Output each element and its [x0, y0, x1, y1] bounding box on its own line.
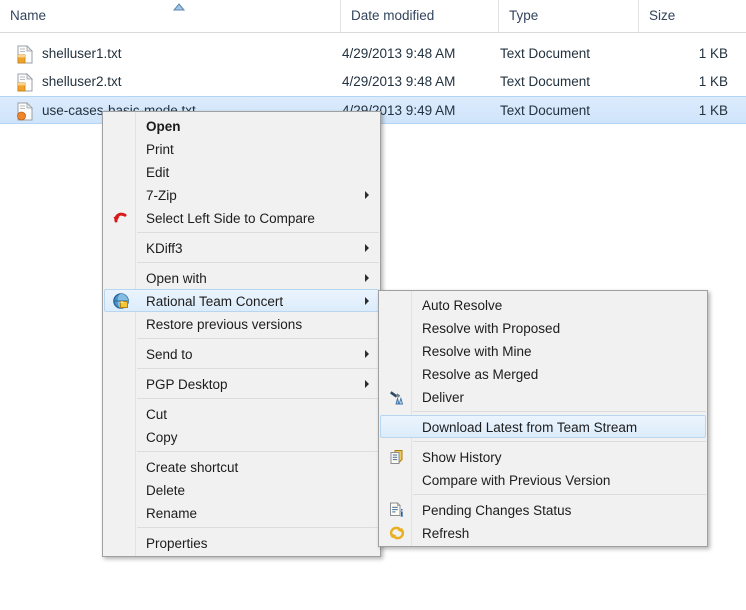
menu-separator	[137, 262, 379, 263]
text-document-icon	[17, 45, 33, 64]
svg-text:i: i	[400, 507, 403, 518]
chevron-right-icon	[365, 296, 369, 305]
menu-item-deliver[interactable]: Deliver	[380, 385, 706, 408]
menu-item-label: Open with	[146, 271, 207, 286]
menu-separator	[137, 368, 379, 369]
cell-type: Text Document	[500, 46, 591, 61]
menu-item-print[interactable]: Print	[104, 137, 379, 160]
menu-item-label: PGP Desktop	[146, 377, 228, 392]
column-header-name[interactable]: Name	[0, 0, 340, 32]
chevron-right-icon	[365, 190, 369, 199]
menu-item-auto-resolve[interactable]: Auto Resolve	[380, 293, 706, 316]
context-menu: Open Print Edit 7-Zip Select Left Side t…	[102, 111, 381, 557]
cell-size: 1 KB	[698, 74, 728, 89]
cell-type: Text Document	[500, 74, 591, 89]
menu-item-copy[interactable]: Copy	[104, 425, 379, 448]
menu-item-open[interactable]: Open	[104, 114, 379, 137]
menu-item-resolve-with-proposed[interactable]: Resolve with Proposed	[380, 316, 706, 339]
submenu-rational-team-concert: Auto Resolve Resolve with Proposed Resol…	[378, 290, 708, 547]
undo-arrow-icon	[113, 212, 127, 222]
menu-item-label: Rational Team Concert	[146, 294, 284, 309]
menu-separator	[413, 441, 706, 442]
menu-separator	[137, 451, 379, 452]
column-header-date-modified[interactable]: Date modified	[340, 0, 498, 32]
menu-item-label: Deliver	[422, 390, 465, 405]
chevron-right-icon	[365, 349, 369, 358]
menu-item-compare-with-previous-version[interactable]: Compare with Previous Version	[380, 468, 706, 491]
pending-changes-icon: i	[390, 501, 403, 519]
chevron-right-icon	[365, 243, 369, 252]
menu-item-pgp-desktop[interactable]: PGP Desktop	[104, 372, 379, 395]
chevron-right-icon	[365, 273, 369, 282]
menu-item-label: KDiff3	[146, 241, 183, 256]
cell-type: Text Document	[500, 103, 591, 118]
menu-item-cut[interactable]: Cut	[104, 402, 379, 425]
menu-item-pending-changes-status[interactable]: i Pending Changes Status	[380, 498, 706, 521]
cell-date-modified: 4/29/2013 9:48 AM	[342, 46, 456, 61]
cell-name: shelluser2.txt	[42, 74, 122, 89]
column-header-size[interactable]: Size	[638, 0, 746, 32]
menu-item-refresh[interactable]: Refresh	[380, 521, 706, 544]
menu-item-create-shortcut[interactable]: Create shortcut	[104, 455, 379, 478]
menu-item-label: Refresh	[422, 526, 470, 541]
cell-size: 1 KB	[698, 46, 728, 61]
rtc-globe-icon	[113, 292, 129, 309]
menu-separator	[413, 494, 706, 495]
text-document-icon	[17, 73, 33, 92]
cell-size: 1 KB	[698, 103, 728, 118]
menu-item-label: Select Left Side to Compare	[146, 211, 315, 226]
menu-item-resolve-with-mine[interactable]: Resolve with Mine	[380, 339, 706, 362]
menu-item-show-history[interactable]: Show History	[380, 445, 706, 468]
menu-item-select-left-side-to-compare[interactable]: Select Left Side to Compare	[104, 206, 379, 229]
menu-item-7zip[interactable]: 7-Zip	[104, 183, 379, 206]
table-row[interactable]: shelluser2.txt 4/29/2013 9:48 AM Text Do…	[0, 68, 746, 96]
refresh-icon	[389, 526, 405, 539]
menu-item-open-with[interactable]: Open with	[104, 266, 379, 289]
text-document-icon	[17, 102, 33, 121]
menu-separator	[413, 411, 706, 412]
sort-ascending-icon	[172, 3, 186, 11]
menu-item-send-to[interactable]: Send to	[104, 342, 379, 365]
menu-item-download-latest-from-team-stream[interactable]: Download Latest from Team Stream	[380, 415, 706, 438]
menu-item-label: Pending Changes Status	[422, 503, 572, 518]
chevron-right-icon	[365, 379, 369, 388]
menu-separator	[137, 527, 379, 528]
menu-item-kdiff3[interactable]: KDiff3	[104, 236, 379, 259]
menu-item-label: 7-Zip	[146, 188, 177, 203]
menu-separator	[137, 338, 379, 339]
menu-separator	[137, 232, 379, 233]
column-header-type[interactable]: Type	[498, 0, 638, 32]
table-row[interactable]: shelluser1.txt 4/29/2013 9:48 AM Text Do…	[0, 40, 746, 68]
menu-item-delete[interactable]: Delete	[104, 478, 379, 501]
menu-item-properties[interactable]: Properties	[104, 531, 379, 554]
menu-item-label: Send to	[146, 347, 193, 362]
show-history-icon	[390, 449, 403, 464]
menu-item-restore-previous-versions[interactable]: Restore previous versions	[104, 312, 379, 335]
menu-item-edit[interactable]: Edit	[104, 160, 379, 183]
cell-name: shelluser1.txt	[42, 46, 122, 61]
menu-separator	[137, 398, 379, 399]
deliver-icon	[390, 390, 404, 404]
menu-item-rational-team-concert[interactable]: Rational Team Concert	[104, 289, 379, 312]
menu-item-rename[interactable]: Rename	[104, 501, 379, 524]
column-header-row: Name Date modified Type Size	[0, 0, 746, 33]
menu-item-label: Show History	[422, 450, 502, 465]
cell-date-modified: 4/29/2013 9:48 AM	[342, 74, 456, 89]
menu-item-resolve-as-merged[interactable]: Resolve as Merged	[380, 362, 706, 385]
